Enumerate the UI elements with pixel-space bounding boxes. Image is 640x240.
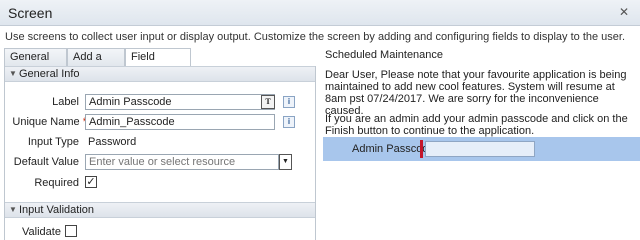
dialog-titlebar: Screen ✕: [0, 0, 640, 26]
field-settings-panel: ▼ General Info Label T i Unique Name * i…: [4, 66, 316, 240]
section-header-input-validation[interactable]: ▼ Input Validation: [5, 202, 315, 218]
section-title: Input Validation: [19, 204, 95, 216]
section-title: General Info: [19, 68, 80, 80]
label-field-label: Label: [52, 96, 79, 108]
input-type-label: Input Type: [27, 136, 79, 148]
label-input[interactable]: [85, 94, 275, 110]
tab-add-a-field[interactable]: Add a Field: [67, 48, 125, 80]
preview-message: Dear User, Please note that your favouri…: [325, 69, 627, 117]
default-value-label: Default Value: [13, 156, 79, 168]
validate-label: Validate: [22, 226, 61, 238]
unique-name-text: Unique Name: [12, 116, 80, 128]
validate-checkbox[interactable]: [65, 225, 77, 237]
section-header-general-info[interactable]: ▼ General Info: [5, 66, 315, 82]
collapse-triangle-icon: ▼: [9, 69, 17, 78]
text-format-icon[interactable]: T: [261, 95, 275, 109]
preview-instruction: If you are an admin add your admin passc…: [325, 113, 628, 137]
required-indicator-bar: [420, 140, 423, 158]
tab-field-settings[interactable]: Field Settings: [125, 48, 191, 80]
required-label: Required: [34, 177, 79, 189]
admin-passcode-preview-input[interactable]: [425, 141, 535, 157]
collapse-triangle-icon: ▼: [9, 205, 17, 214]
unique-name-input[interactable]: [85, 114, 275, 130]
dialog-title: Screen: [8, 5, 53, 21]
screen-description: Use screens to collect user input or dis…: [5, 31, 626, 43]
tab-general-info[interactable]: General Info: [4, 48, 67, 80]
preview-field-row: Admin Passcode: [323, 137, 640, 161]
close-icon[interactable]: ✕: [616, 4, 632, 20]
input-type-value: Password: [88, 136, 137, 148]
label-info-icon[interactable]: i: [283, 96, 295, 108]
default-value-input[interactable]: [85, 154, 279, 170]
unique-name-info-icon[interactable]: i: [283, 116, 295, 128]
preview-heading: Scheduled Maintenance: [325, 49, 444, 61]
unique-name-label: Unique Name *: [5, 116, 87, 128]
required-checkbox[interactable]: ✓: [85, 176, 97, 188]
chevron-down-icon[interactable]: ▼: [279, 154, 292, 170]
